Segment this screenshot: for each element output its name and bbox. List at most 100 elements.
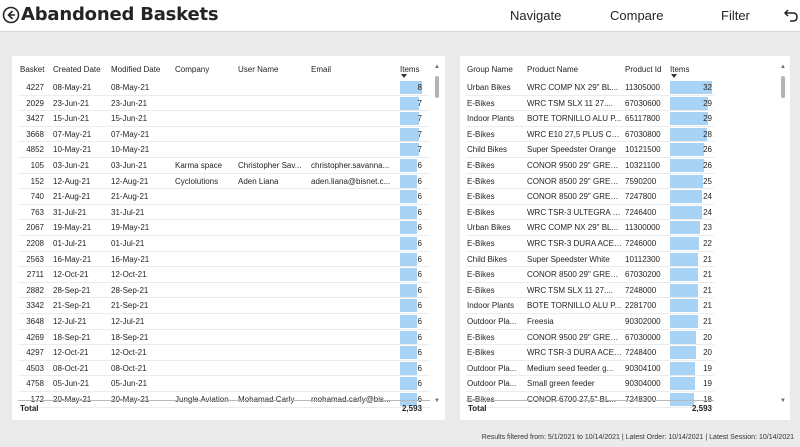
cell-group-name: E-Bikes	[467, 239, 495, 248]
table-row[interactable]: 3668 07-May-21 07-May-21 7	[18, 127, 430, 143]
table-row[interactable]: 2029 23-Jun-21 23-Jun-21 7	[18, 96, 430, 112]
cell-group-name: E-Bikes	[467, 348, 495, 358]
undo-arrow-icon[interactable]	[783, 7, 799, 23]
table-row[interactable]: E-Bikes WRC TSR-3 DURA ACE ... 7246000 22	[466, 236, 714, 252]
table-row[interactable]: 4297 12-Oct-21 12-Oct-21 6	[18, 345, 430, 361]
cell-user-name: Aden Liana	[238, 176, 279, 186]
table-row[interactable]: Outdoor Pla... Freesia 90302000 21	[466, 314, 714, 330]
column-header-modified-date[interactable]: Modified Date	[111, 65, 160, 77]
left-scrollbar[interactable]: ▲ ▼	[434, 64, 440, 404]
table-row[interactable]: Urban Bikes WRC COMP NX 29" BL... 11305000…	[466, 80, 714, 96]
table-row[interactable]: 152 12-Aug-21 12-Aug-21 Cyclolutions Aden Li…	[18, 174, 430, 190]
cell-product-id: 10121500	[625, 145, 661, 155]
scroll-up-icon[interactable]: ▲	[780, 64, 786, 70]
column-header-group-name[interactable]: Group Name	[467, 65, 513, 77]
table-row[interactable]: Urban Bikes WRC COMP NX 29" BL... 11300000…	[466, 220, 714, 236]
cell-created-date: 05-Jun-21	[53, 379, 90, 389]
table-row[interactable]: 2208 01-Jul-21 01-Jul-21 6	[18, 236, 430, 252]
cell-created-date: 15-Jun-21	[53, 114, 90, 124]
cell-basket: 740	[30, 192, 44, 202]
items-value: 29	[703, 114, 712, 124]
table-row[interactable]: E-Bikes WRC TSM SLX 11 27.... 67030600 29	[466, 96, 714, 112]
items-value: 6	[417, 239, 422, 248]
table-row[interactable]: 4227 08-May-21 08-May-21 8	[18, 80, 430, 96]
right-scrollbar-thumb[interactable]	[781, 76, 785, 98]
cell-product-name: WRC TSM SLX 11 27....	[527, 285, 613, 295]
cell-product-id: 10321100	[625, 161, 660, 170]
total-label: Total	[20, 404, 39, 413]
table-row[interactable]: 3342 21-Sep-21 21-Sep-21 6	[18, 298, 430, 314]
cell-basket: 2711	[26, 270, 44, 280]
table-row[interactable]: 2563 16-May-21 16-May-21 6	[18, 252, 430, 268]
table-row[interactable]: 2067 19-May-21 19-May-21 6	[18, 220, 430, 236]
items-value: 6	[417, 301, 422, 311]
table-row[interactable]: Child Bikes Super Speedster White 10112300…	[466, 252, 714, 268]
sort-descending-icon	[401, 74, 407, 78]
cell-product-id: 2281700	[625, 301, 657, 311]
table-row[interactable]: E-Bikes CONOR 8500 29" GREE... 7247800 24	[466, 189, 714, 205]
right-scrollbar[interactable]: ▲ ▼	[780, 64, 786, 404]
column-header-product-id[interactable]: Product Id	[625, 65, 661, 77]
items-value: 6	[417, 379, 422, 389]
back-circle-arrow-icon[interactable]	[2, 6, 20, 24]
cell-created-date: 08-May-21	[53, 83, 92, 92]
cell-basket: 2067	[26, 223, 44, 233]
column-header-user-name[interactable]: User Name	[238, 65, 278, 77]
column-header-company[interactable]: Company	[175, 65, 209, 77]
table-row[interactable]: E-Bikes CONOR 8500 29" GREE... 67030200 21	[466, 267, 714, 283]
items-value: 19	[703, 379, 712, 389]
table-row[interactable]: Child Bikes Super Speedster Orange 1012150…	[466, 142, 714, 158]
column-header-created-date[interactable]: Created Date	[53, 65, 101, 77]
left-scrollbar-thumb[interactable]	[435, 76, 439, 98]
items-value: 26	[703, 161, 712, 170]
table-row[interactable]: 4269 18-Sep-21 18-Sep-21 6	[18, 330, 430, 346]
cell-modified-date: 28-Sep-21	[111, 285, 149, 295]
table-row[interactable]: 3427 15-Jun-21 15-Jun-21 7	[18, 111, 430, 127]
cell-modified-date: 18-Sep-21	[111, 332, 149, 342]
cell-created-date: 21-Sep-21	[53, 301, 91, 311]
table-row[interactable]: Indoor Plants BOTE TORNILLO ALU P... 65117…	[466, 111, 714, 127]
table-row[interactable]: 740 21-Aug-21 21-Aug-21 6	[18, 189, 430, 205]
cell-basket: 4503	[26, 363, 44, 373]
table-row[interactable]: Outdoor Pla... Small green feeder 90304000…	[466, 376, 714, 392]
table-row[interactable]: 2711 12-Oct-21 12-Oct-21 6	[18, 267, 430, 283]
filter-button[interactable]: Filter	[721, 8, 750, 23]
cell-group-name: Indoor Plants	[467, 114, 515, 124]
column-header-basket[interactable]: Basket	[20, 65, 44, 77]
navigate-button[interactable]: Navigate	[510, 8, 561, 23]
cell-basket: 3427	[26, 114, 44, 124]
cell-product-name: CONOR 9500 29" GREE...	[527, 161, 622, 170]
cell-modified-date: 21-Aug-21	[111, 192, 149, 202]
table-row[interactable]: 4852 10-May-21 10-May-21 7	[18, 142, 430, 158]
cell-modified-date: 10-May-21	[111, 145, 150, 155]
compare-button[interactable]: Compare	[610, 8, 663, 23]
table-row[interactable]: Indoor Plants BOTE TORNILLO ALU P... 22817…	[466, 298, 714, 314]
table-row[interactable]: 2882 28-Sep-21 28-Sep-21 6	[18, 283, 430, 299]
table-row[interactable]: E-Bikes WRC TSR-3 ULTEGRA B... 7246400 24	[466, 205, 714, 221]
items-value: 24	[703, 207, 712, 217]
table-row[interactable]: 763 31-Jul-21 31-Jul-21 6	[18, 205, 430, 221]
table-row[interactable]: E-Bikes WRC TSM SLX 11 27.... 7248000 21	[466, 283, 714, 299]
column-header-email[interactable]: Email	[311, 65, 331, 77]
column-header-product-name[interactable]: Product Name	[527, 65, 578, 77]
cell-created-date: 28-Sep-21	[53, 285, 91, 295]
table-row[interactable]: 4503 08-Oct-21 08-Oct-21 6	[18, 361, 430, 377]
scroll-down-icon[interactable]: ▼	[780, 398, 786, 404]
table-row[interactable]: Outdoor Pla... Medium seed feeder g... 903…	[466, 361, 714, 377]
cell-group-name: E-Bikes	[467, 176, 495, 186]
table-row[interactable]: E-Bikes WRC TSR-3 DURA ACE ... 7248400 20	[466, 345, 714, 361]
product-items-table-panel: Group Name Product Name Product Id Items Urb…	[460, 56, 790, 420]
table-row[interactable]: E-Bikes CONOR 9500 29" GREE... 67030000 20	[466, 330, 714, 346]
table-row[interactable]: 4758 05-Jun-21 05-Jun-21 6	[18, 376, 430, 392]
table-row[interactable]: 3648 12-Jul-21 12-Jul-21 6	[18, 314, 430, 330]
table-row[interactable]: E-Bikes CONOR 8500 29" GREE... 7590200 25	[466, 174, 714, 190]
items-value: 6	[417, 363, 422, 373]
table-row[interactable]: E-Bikes WRC E10 27,5 PLUS CA... 67030800 28	[466, 127, 714, 143]
cell-basket: 4758	[26, 379, 44, 389]
table-row[interactable]: E-Bikes CONOR 9500 29" GREE... 10321100 26	[466, 158, 714, 174]
scroll-up-icon[interactable]: ▲	[434, 64, 440, 70]
cell-created-date: 01-Jul-21	[53, 239, 87, 248]
items-value: 6	[417, 207, 422, 217]
table-row[interactable]: 105 03-Jun-21 03-Jun-21 Karma space Christop…	[18, 158, 430, 174]
scroll-down-icon[interactable]: ▼	[434, 398, 440, 404]
